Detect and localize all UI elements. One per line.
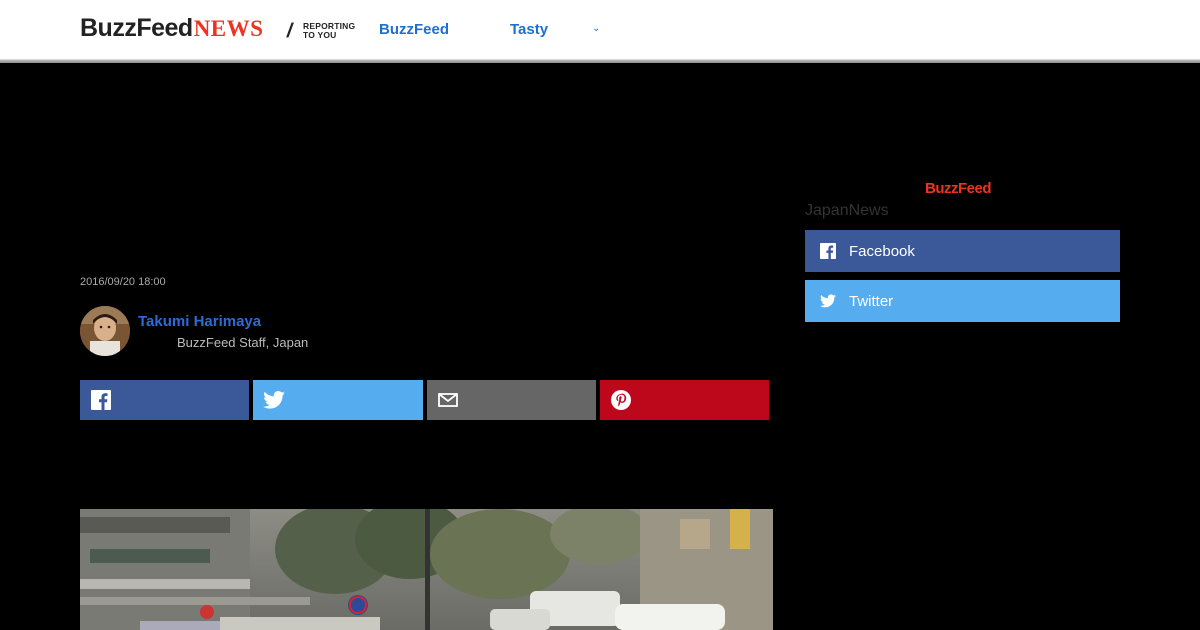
tagline-line-2: TO YOU xyxy=(303,30,337,40)
share-pinterest-button[interactable] xyxy=(599,380,769,420)
author-title: BuzzFeed Staff, Japan xyxy=(177,335,309,350)
twitter-icon xyxy=(263,389,286,411)
logo-slash: / xyxy=(285,20,295,42)
logo-buzzfeed-text: BuzzFeed xyxy=(80,14,193,42)
facebook-icon xyxy=(90,389,112,411)
publish-timestamp: 2016/09/20 18:00 xyxy=(80,276,166,288)
share-email-button[interactable] xyxy=(426,380,596,420)
twitter-icon xyxy=(820,293,836,309)
sidebar-heading: JapanNews xyxy=(805,202,889,219)
follow-twitter-button[interactable]: Twitter xyxy=(805,280,1120,322)
sidebar-buzzfeed-logo: BuzzFeed xyxy=(925,180,992,197)
follow-facebook-button[interactable]: Facebook xyxy=(805,230,1120,272)
logo-news-text: NEWS xyxy=(193,16,264,41)
chevron-down-icon[interactable]: ⌄ xyxy=(592,23,600,34)
article-photo xyxy=(80,509,773,630)
mail-icon xyxy=(437,389,459,411)
tagline: REPORTING TO YOU xyxy=(303,22,355,40)
nav-link-tasty[interactable]: Tasty xyxy=(510,21,548,38)
buzzfeed-news-logo[interactable]: BuzzFeed NEWS xyxy=(80,14,263,44)
nav-link-buzzfeed[interactable]: BuzzFeed xyxy=(379,21,449,38)
follow-facebook-label: Facebook xyxy=(849,242,915,260)
share-twitter-button[interactable] xyxy=(253,380,423,420)
facebook-icon xyxy=(820,243,836,259)
site-header: BuzzFeed NEWS / REPORTING TO YOU BuzzFee… xyxy=(0,0,1200,60)
pinterest-icon xyxy=(610,389,632,411)
follow-twitter-label: Twitter xyxy=(849,292,894,310)
share-bar xyxy=(80,380,769,420)
share-facebook-button[interactable] xyxy=(80,380,250,420)
author-avatar[interactable] xyxy=(80,306,130,356)
header-divider xyxy=(0,60,1200,63)
author-name-link[interactable]: Takumi Harimaya xyxy=(138,313,261,330)
